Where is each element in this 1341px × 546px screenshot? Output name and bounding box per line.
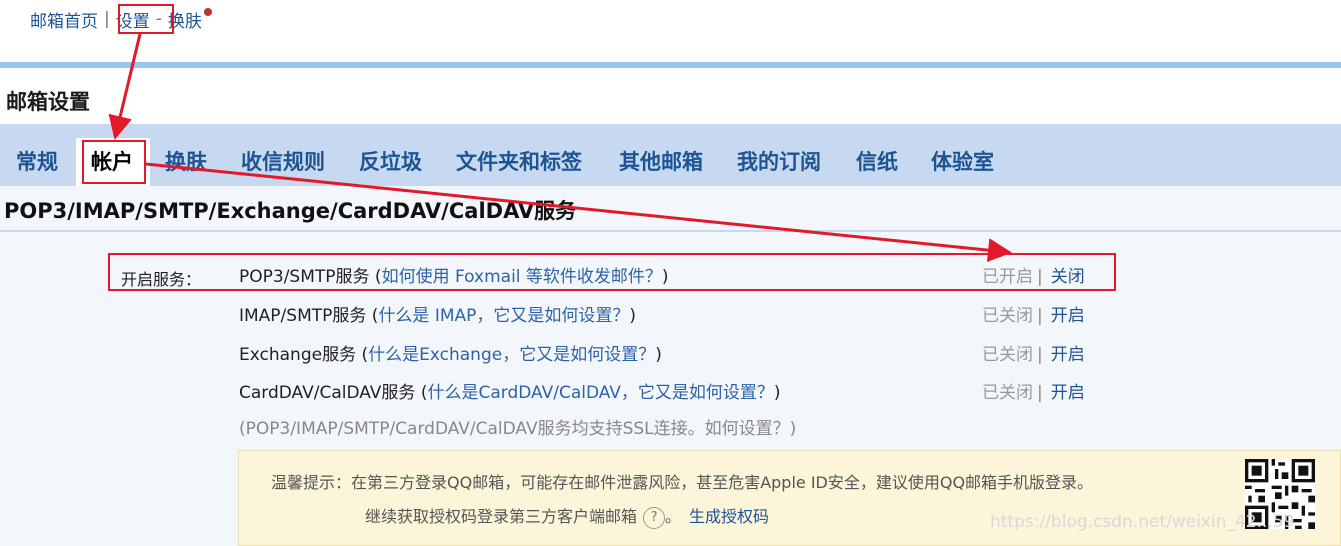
toggle-service-link[interactable]: 开启 bbox=[1051, 306, 1085, 326]
service-help-link[interactable]: 什么是 IMAP，它又是如何设置？ bbox=[378, 306, 629, 326]
tab-lab[interactable]: 体验室 bbox=[931, 146, 994, 176]
tab-stationery[interactable]: 信纸 bbox=[856, 146, 898, 176]
service-name: IMAP/SMTP服务 bbox=[239, 306, 367, 326]
service-help-link[interactable]: 什么是CardDAV/CalDAV，它又是如何设置？ bbox=[427, 383, 773, 403]
arrow-settings-to-account bbox=[108, 33, 142, 140]
status-separator: | bbox=[1037, 306, 1043, 326]
tab-anti-spam[interactable]: 反垃圾 bbox=[359, 146, 422, 176]
tab-other-mailboxes[interactable]: 其他邮箱 bbox=[619, 146, 703, 176]
notification-dot-icon bbox=[203, 8, 212, 16]
pop3-row-highlight-box bbox=[108, 253, 1116, 291]
service-status-carddav: 已关闭 | 开启 bbox=[982, 378, 1085, 403]
account-tab-highlight-box bbox=[82, 140, 146, 184]
paren: ) bbox=[629, 306, 637, 326]
service-row-carddav: CardDAV/CalDAV服务 (什么是CardDAV/CalDAV，它又是如… bbox=[239, 378, 781, 403]
tip-line-2-text: 继续获取授权码登录第三方客户端邮箱 bbox=[365, 507, 638, 526]
watermark: https://blog.csdn.net/weixin_42...59 bbox=[990, 512, 1295, 532]
ssl-howto-link[interactable]: 如何设置？ bbox=[705, 419, 790, 439]
paren: ) bbox=[773, 383, 781, 403]
tip-line-2: 继续获取授权码登录第三方客户端邮箱?。生成授权码 bbox=[365, 503, 769, 529]
settings-tabs: 常规 帐户 换肤 收信规则 反垃圾 文件夹和标签 其他邮箱 我的订阅 信纸 体验… bbox=[0, 124, 1341, 186]
ssl-note-text: (POP3/IMAP/SMTP/CardDAV/CalDAV服务均支持SSL连接… bbox=[239, 419, 705, 439]
tab-my-subscriptions[interactable]: 我的订阅 bbox=[737, 146, 821, 176]
tip-line-1: 温馨提示：在第三方登录QQ邮箱，可能存在邮件泄露风险，甚至危害Apple ID安… bbox=[271, 473, 1094, 492]
toggle-service-link[interactable]: 开启 bbox=[1051, 383, 1085, 403]
service-row-exchange: Exchange服务 (什么是Exchange，它又是如何设置？) bbox=[239, 340, 662, 365]
settings-highlight-box bbox=[118, 4, 174, 34]
status-text: 已关闭 bbox=[982, 345, 1033, 365]
section-title: POP3/IMAP/SMTP/Exchange/CardDAV/CalDAV服务 bbox=[4, 199, 577, 223]
service-name: Exchange服务 bbox=[239, 345, 357, 365]
ssl-note-close: ) bbox=[789, 419, 797, 439]
tip-period: 。 bbox=[665, 507, 682, 526]
service-help-link[interactable]: 什么是Exchange，它又是如何设置？ bbox=[368, 345, 655, 365]
tab-receive-rules[interactable]: 收信规则 bbox=[241, 146, 325, 176]
service-row-imap: IMAP/SMTP服务 (什么是 IMAP，它又是如何设置？) bbox=[239, 301, 636, 326]
generate-auth-code-link[interactable]: 生成授权码 bbox=[689, 507, 769, 526]
paren: ( bbox=[356, 345, 369, 365]
paren: ( bbox=[415, 383, 428, 403]
service-status-exchange: 已关闭 | 开启 bbox=[982, 340, 1085, 365]
service-name: CardDAV/CalDAV服务 bbox=[239, 383, 416, 403]
status-separator: | bbox=[1037, 345, 1043, 365]
status-text: 已关闭 bbox=[982, 306, 1033, 326]
tab-skin[interactable]: 换肤 bbox=[165, 146, 207, 176]
status-text: 已关闭 bbox=[982, 383, 1033, 403]
page-title: 邮箱设置 bbox=[6, 90, 90, 114]
header-divider bbox=[0, 62, 1341, 68]
paren: ( bbox=[366, 306, 379, 326]
toggle-service-link[interactable]: 开启 bbox=[1051, 345, 1085, 365]
tab-folders-labels[interactable]: 文件夹和标签 bbox=[456, 146, 582, 176]
mailbox-home-link[interactable]: 邮箱首页 bbox=[30, 7, 98, 32]
help-circle-icon[interactable]: ? bbox=[643, 506, 666, 529]
paren: ) bbox=[655, 345, 662, 365]
status-separator: | bbox=[1037, 383, 1043, 403]
tab-general[interactable]: 常规 bbox=[16, 146, 58, 176]
ssl-note: (POP3/IMAP/SMTP/CardDAV/CalDAV服务均支持SSL连接… bbox=[239, 414, 796, 439]
nav-separator: | bbox=[104, 9, 110, 29]
service-status-imap: 已关闭 | 开启 bbox=[982, 301, 1085, 326]
section-header: POP3/IMAP/SMTP/Exchange/CardDAV/CalDAV服务 bbox=[0, 186, 1341, 232]
